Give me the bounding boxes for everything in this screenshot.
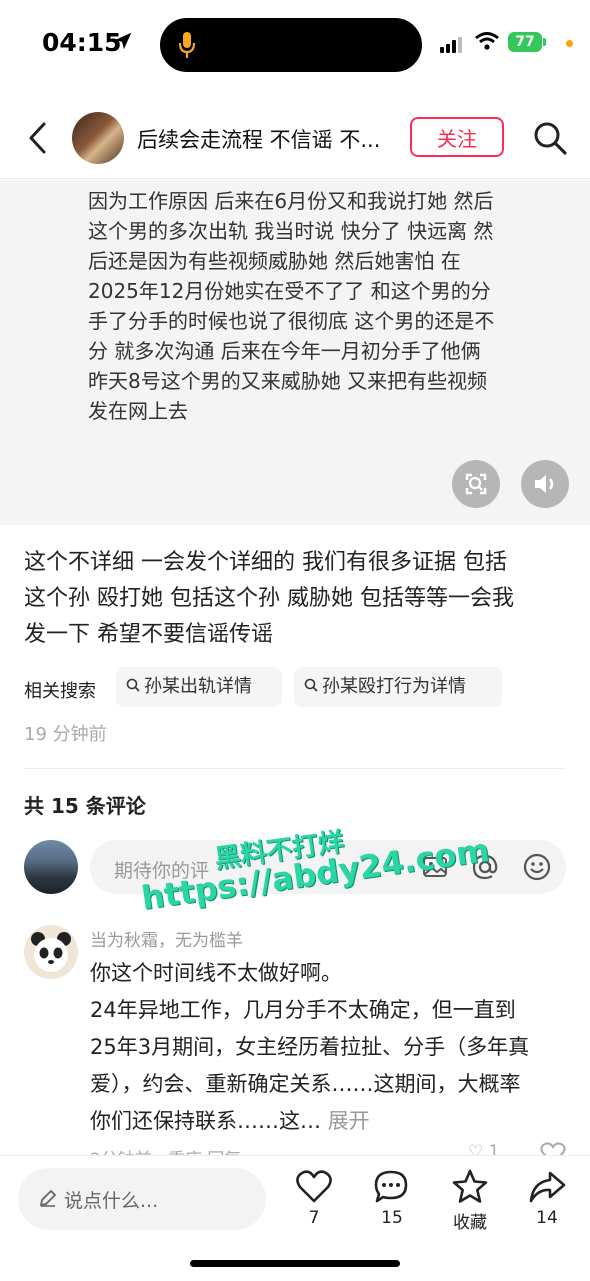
author-avatar[interactable] [72,112,124,164]
related-search-chip[interactable]: 孙某殴打行为详情 [294,667,502,707]
related-search-text: 孙某殴打行为详情 [322,676,466,697]
comment-text: 你这个时间线不太做好啊。 24年异地工作，几月分手不太确定，但一直到 25年3月… [90,955,568,1140]
share-count: 14 [536,1208,558,1228]
comment-line: 爱），约会、重新确定关系……这期间，大概率 [90,1072,521,1096]
say-something-placeholder[interactable]: 说点什么... [64,1186,158,1213]
comment-line: 24年异地工作，几月分手不太确定，但一直到 [90,998,516,1022]
image-text-line: 手了分手的时候也说了很彻底 这个男的还是不 [88,309,495,333]
commenter-avatar[interactable] [24,925,78,979]
image-text-line: 这个男的多次出轨 我当时说 快分了 快远离 然 [88,219,494,243]
star-icon[interactable] [451,1168,489,1206]
privacy-indicator-dot [566,40,573,47]
post-body-line: 这个不详细 一会发个详细的 我们有很多证据 包括 [24,550,507,575]
signal-icon [440,34,464,53]
speaker-icon [535,475,554,493]
sound-button[interactable] [521,460,569,508]
image-text-line: 昨天8号这个男的又来威胁她 又来把有些视频 [88,369,488,393]
image-text-block: 因为工作原因 后来在6月份又和我说打她 然后 这个男的多次出轨 我当时说 快分了… [88,186,548,426]
share-arrow-icon[interactable] [528,1168,566,1206]
related-search-label: 相关搜索 [24,681,96,702]
battery-icon: 77 [508,32,542,52]
image-text-line: 因为工作原因 后来在6月份又和我说打她 然后 [88,189,494,213]
post-body: 这个不详细 一会发个详细的 我们有很多证据 包括 这个孙 殴打她 包括这个孙 威… [24,545,569,653]
page-title[interactable]: 后续会走流程 不信谣 不... [137,124,387,154]
commenter-name[interactable]: 当为秋霜，无为槛羊 [90,926,243,951]
image-text-line: 发在网上去 [88,399,188,423]
comment-line: 你这个时间线不太做好啊。 [90,961,342,985]
status-time: 04:15 [42,28,122,57]
related-search-chip[interactable]: 孙某出轨详情 [116,667,282,707]
divider [24,768,566,769]
search-icon [304,678,318,692]
back-arrow-icon[interactable] [26,120,50,156]
related-search-text: 孙某出轨详情 [144,676,252,697]
image-text-line: 2025年12月份她实在受不了了 和这个男的分 [88,279,491,303]
image-text-line: 分 就多次沟通 后来在今年一月初分手了他俩 [88,339,481,363]
dynamic-island [160,18,422,72]
post-body-line: 这个孙 殴打她 包括这个孙 威胁她 包括等等一会我 [24,586,514,611]
heart-icon[interactable] [295,1168,333,1206]
post-timestamp: 19 分钟前 [24,724,107,745]
wifi-icon [475,32,499,50]
image-text-line: 后还是因为有些视频威胁她 然后她害怕 在 [88,249,461,273]
comment-count: 共 15 条评论 [24,794,146,818]
comment-count-label: 15 [381,1208,403,1228]
microphone-icon [178,32,196,58]
search-icon[interactable] [532,120,568,156]
home-indicator[interactable] [190,1260,400,1267]
favorite-label: 收藏 [453,1213,487,1233]
like-count: 7 [308,1208,320,1228]
follow-button[interactable]: 关注 [410,117,504,157]
battery-tip [543,38,546,46]
scan-icon [465,473,487,495]
comment-line-last: 你们还保持联系……这… 展开 [90,1103,568,1140]
my-avatar [24,840,78,894]
emoji-icon[interactable] [522,852,552,882]
comment-icon[interactable] [372,1168,410,1206]
pencil-icon [39,1189,57,1207]
panda-avatar-icon [31,932,71,972]
search-icon [126,678,140,692]
location-arrow-icon [114,32,132,50]
post-body-line: 发一下 希望不要信谣传谣 [24,622,273,647]
comment-line: 25年3月期间，女主经历着拉扯、分手（多年真 [90,1035,530,1059]
comment-line: 你们还保持联系……这… [90,1109,321,1133]
expand-link[interactable]: 展开 [328,1109,370,1133]
image-search-button[interactable] [452,460,500,508]
